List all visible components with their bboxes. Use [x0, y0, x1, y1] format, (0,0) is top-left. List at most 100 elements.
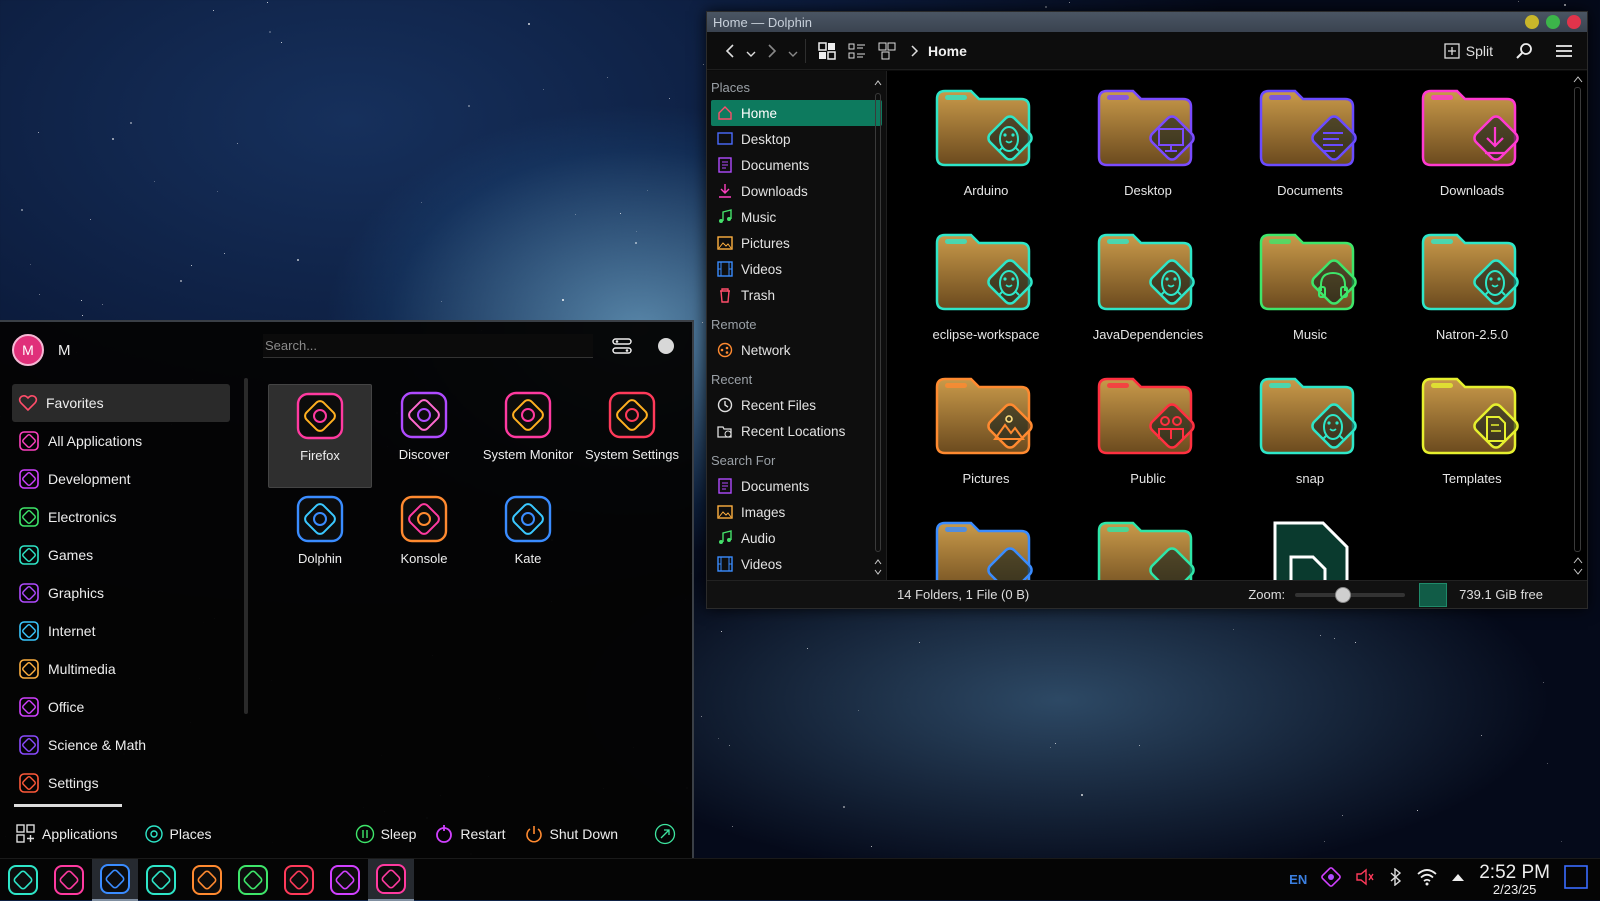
file-item-snap[interactable]: snap	[1229, 373, 1391, 517]
restart-icon	[436, 825, 453, 843]
file-item-item-12[interactable]	[905, 517, 1067, 580]
menu-button[interactable]	[1549, 36, 1579, 66]
configure-button[interactable]	[612, 336, 632, 361]
file-item-documents[interactable]: Documents	[1229, 85, 1391, 229]
sleep-button[interactable]: Sleep	[355, 824, 416, 844]
icons-view-button[interactable]	[812, 36, 842, 66]
app-kate[interactable]: Kate	[476, 488, 580, 592]
place-item-downloads[interactable]: Downloads	[711, 178, 882, 204]
avatar[interactable]: M	[12, 334, 44, 366]
close-button[interactable]	[1567, 15, 1581, 29]
taskbar-games[interactable]	[322, 859, 368, 901]
minimize-button[interactable]	[1525, 15, 1539, 29]
place-item-recent-files[interactable]: Recent Files	[711, 392, 882, 418]
forward-button[interactable]	[757, 36, 787, 66]
file-item-public[interactable]: Public	[1067, 373, 1229, 517]
maximize-button[interactable]	[1546, 15, 1560, 29]
details-view-button[interactable]	[842, 36, 872, 66]
file-item-downloads[interactable]: Downloads	[1391, 85, 1553, 229]
title-bar[interactable]: Home — Dolphin	[707, 12, 1587, 32]
search-button[interactable]	[1509, 36, 1539, 66]
place-item-desktop[interactable]: Desktop	[711, 126, 882, 152]
file-item-pictures[interactable]: Pictures	[905, 373, 1067, 517]
app-konsole[interactable]: Konsole	[372, 488, 476, 592]
file-item-natron-2-5-0[interactable]: Natron-2.5.0	[1391, 229, 1553, 373]
app-discover[interactable]: Discover	[372, 384, 476, 488]
category-internet[interactable]: Internet	[12, 612, 230, 650]
category-all-applications[interactable]: All Applications	[12, 422, 230, 460]
category-settings[interactable]: Settings	[12, 764, 230, 802]
file-item-arduino[interactable]: Arduino	[905, 85, 1067, 229]
taskbar-launcher[interactable]	[0, 859, 46, 901]
file-scrollbar[interactable]	[1573, 75, 1583, 576]
restart-button[interactable]: Restart	[434, 824, 506, 844]
tray-expand-button[interactable]	[1451, 870, 1465, 888]
shutdown-button[interactable]: Shut Down	[524, 824, 618, 844]
place-item-home[interactable]: Home	[711, 100, 882, 126]
app-firefox[interactable]: Firefox	[268, 384, 372, 488]
category-scrollbar[interactable]	[244, 378, 248, 714]
file-item-desktop[interactable]: Desktop	[1067, 85, 1229, 229]
clock[interactable]: 2:52 PM 2/23/25	[1479, 862, 1550, 897]
app-system-monitor[interactable]: System Monitor	[476, 384, 580, 488]
breadcrumb-home[interactable]: Home	[928, 43, 967, 59]
category-development[interactable]: Development	[12, 460, 230, 498]
star	[130, 122, 132, 124]
place-item-documents[interactable]: Documents	[711, 473, 882, 499]
place-item-videos[interactable]: Videos	[711, 256, 882, 282]
network-button[interactable]	[1417, 868, 1437, 891]
file-item-eclipse-workspace[interactable]: eclipse-workspace	[905, 229, 1067, 373]
place-item-music[interactable]: Music	[711, 204, 882, 230]
show-desktop-button[interactable]	[1564, 865, 1588, 894]
place-item-audio[interactable]: Audio	[711, 525, 882, 551]
zoom-slider-handle[interactable]	[1334, 586, 1351, 603]
volume-button[interactable]	[1355, 868, 1375, 891]
taskbar-settings[interactable]	[276, 859, 322, 901]
leave-button[interactable]	[654, 823, 676, 845]
app-dolphin[interactable]: Dolphin	[268, 488, 372, 592]
category-multimedia[interactable]: Multimedia	[12, 650, 230, 688]
tab-applications[interactable]: Applications	[16, 824, 118, 844]
place-item-recent-locations[interactable]: Recent Locations	[711, 418, 882, 444]
bluetooth-button[interactable]	[1389, 867, 1403, 891]
place-item-pictures[interactable]: Pictures	[711, 230, 882, 256]
taskbar-dolphin[interactable]	[92, 858, 138, 901]
app-system-settings[interactable]: System Settings	[580, 384, 684, 488]
place-item-network[interactable]: Network	[711, 337, 882, 363]
zoom-slider[interactable]	[1295, 586, 1406, 603]
tray-app-button[interactable]	[1321, 867, 1342, 892]
taskbar-kate[interactable]	[138, 859, 184, 901]
taskbar-konsole[interactable]	[184, 859, 230, 901]
pin-button[interactable]	[658, 338, 674, 359]
forward-history-button[interactable]	[787, 36, 799, 66]
taskbar-screenshot[interactable]	[368, 858, 414, 901]
place-item-images[interactable]: Images	[711, 499, 882, 525]
search-input[interactable]	[263, 334, 593, 358]
taskbar-firefox[interactable]	[46, 859, 92, 901]
file-item-templates[interactable]: Templates	[1391, 373, 1553, 517]
file-item-item-13[interactable]	[1067, 517, 1229, 580]
file-view[interactable]: Arduino Desktop Documents Downloads ecli…	[887, 71, 1587, 580]
split-button[interactable]: Split	[1438, 43, 1499, 59]
compact-view-button[interactable]	[872, 36, 902, 66]
category-electronics[interactable]: Electronics	[12, 498, 230, 536]
free-space-bar	[1419, 582, 1448, 607]
places-scrollbar[interactable]	[874, 79, 882, 576]
place-item-videos[interactable]: Videos	[711, 551, 882, 577]
taskbar-terminal[interactable]	[230, 859, 276, 901]
breadcrumb[interactable]: Home	[910, 43, 967, 59]
category-games[interactable]: Games	[12, 536, 230, 574]
file-item-music[interactable]: Music	[1229, 229, 1391, 373]
file-item-javadependencies[interactable]: JavaDependencies	[1067, 229, 1229, 373]
category-favorites[interactable]: Favorites	[12, 384, 230, 422]
tab-places[interactable]: Places	[144, 824, 212, 844]
category-graphics[interactable]: Graphics	[12, 574, 230, 612]
file-item-item-14[interactable]	[1229, 517, 1391, 580]
category-science-math[interactable]: Science & Math	[12, 726, 230, 764]
keyboard-layout[interactable]: EN	[1289, 872, 1307, 887]
category-office[interactable]: Office	[12, 688, 230, 726]
back-history-button[interactable]	[745, 36, 757, 66]
place-item-documents[interactable]: Documents	[711, 152, 882, 178]
place-item-trash[interactable]: Trash	[711, 282, 882, 308]
back-button[interactable]	[715, 36, 745, 66]
